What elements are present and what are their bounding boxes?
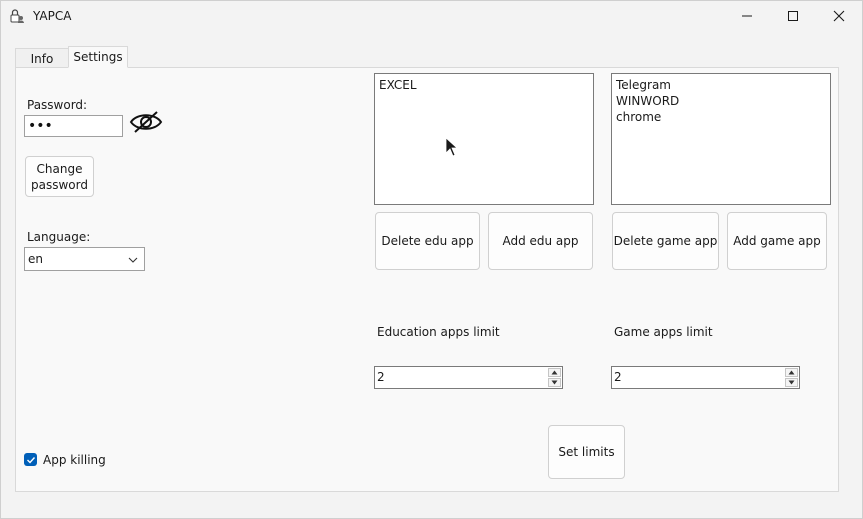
close-button[interactable] bbox=[816, 1, 862, 31]
add-game-app-button[interactable]: Add game app bbox=[727, 212, 827, 270]
tab-info[interactable]: Info bbox=[15, 48, 69, 68]
minimize-icon bbox=[742, 15, 752, 17]
edu-limit-value: 2 bbox=[377, 370, 385, 384]
mouse-cursor-icon bbox=[445, 137, 459, 157]
maximize-button[interactable] bbox=[770, 1, 816, 31]
set-limits-button[interactable]: Set limits bbox=[548, 425, 625, 479]
lock-person-icon bbox=[9, 8, 25, 24]
eye-slash-icon[interactable] bbox=[129, 109, 163, 135]
game-limit-spinbox[interactable]: 2 bbox=[611, 366, 800, 389]
arrow-down-icon bbox=[551, 380, 558, 385]
change-password-line2: password bbox=[31, 177, 88, 192]
language-select[interactable]: en bbox=[24, 247, 145, 271]
checkmark-icon bbox=[26, 456, 35, 464]
spin-down-button[interactable] bbox=[785, 378, 798, 387]
arrow-down-icon bbox=[788, 380, 795, 385]
list-item[interactable]: Telegram bbox=[616, 77, 826, 93]
edu-limit-label: Education apps limit bbox=[377, 325, 500, 339]
game-apps-list[interactable]: Telegram WINWORD chrome bbox=[611, 73, 831, 205]
change-password-line1: Change bbox=[36, 161, 83, 176]
minimize-button[interactable] bbox=[724, 1, 770, 31]
arrow-up-icon bbox=[551, 370, 558, 375]
title-bar: YAPCA bbox=[1, 1, 862, 31]
game-limit-value: 2 bbox=[614, 370, 622, 384]
game-limit-label: Game apps limit bbox=[614, 325, 713, 339]
chevron-down-icon bbox=[127, 254, 139, 266]
list-item[interactable]: EXCEL bbox=[379, 77, 589, 93]
password-input[interactable]: ••• bbox=[24, 115, 123, 137]
spin-up-button[interactable] bbox=[548, 368, 561, 377]
app-killing-checkbox[interactable] bbox=[24, 453, 37, 466]
list-item[interactable]: chrome bbox=[616, 109, 826, 125]
add-edu-app-button[interactable]: Add edu app bbox=[488, 212, 593, 270]
password-label: Password: bbox=[27, 98, 88, 112]
language-value: en bbox=[28, 252, 43, 266]
spin-up-button[interactable] bbox=[785, 368, 798, 377]
edu-limit-spinbox[interactable]: 2 bbox=[374, 366, 563, 389]
change-password-button[interactable]: Change password bbox=[25, 156, 94, 197]
game-limit-stepper bbox=[785, 368, 798, 387]
window-title: YAPCA bbox=[33, 9, 72, 23]
password-value: ••• bbox=[28, 118, 53, 134]
close-icon bbox=[833, 10, 845, 22]
tab-settings[interactable]: Settings bbox=[68, 46, 128, 68]
arrow-up-icon bbox=[788, 370, 795, 375]
edu-limit-stepper bbox=[548, 368, 561, 387]
app-window: YAPCA Info Settings Password: ••• Change… bbox=[0, 0, 863, 519]
delete-edu-app-button[interactable]: Delete edu app bbox=[375, 212, 480, 270]
edu-apps-list[interactable]: EXCEL bbox=[374, 73, 594, 205]
language-label: Language: bbox=[27, 230, 91, 244]
list-item[interactable]: WINWORD bbox=[616, 93, 826, 109]
delete-game-app-button[interactable]: Delete game app bbox=[612, 212, 719, 270]
app-killing-label[interactable]: App killing bbox=[43, 453, 106, 467]
spin-down-button[interactable] bbox=[548, 378, 561, 387]
maximize-icon bbox=[788, 11, 798, 21]
